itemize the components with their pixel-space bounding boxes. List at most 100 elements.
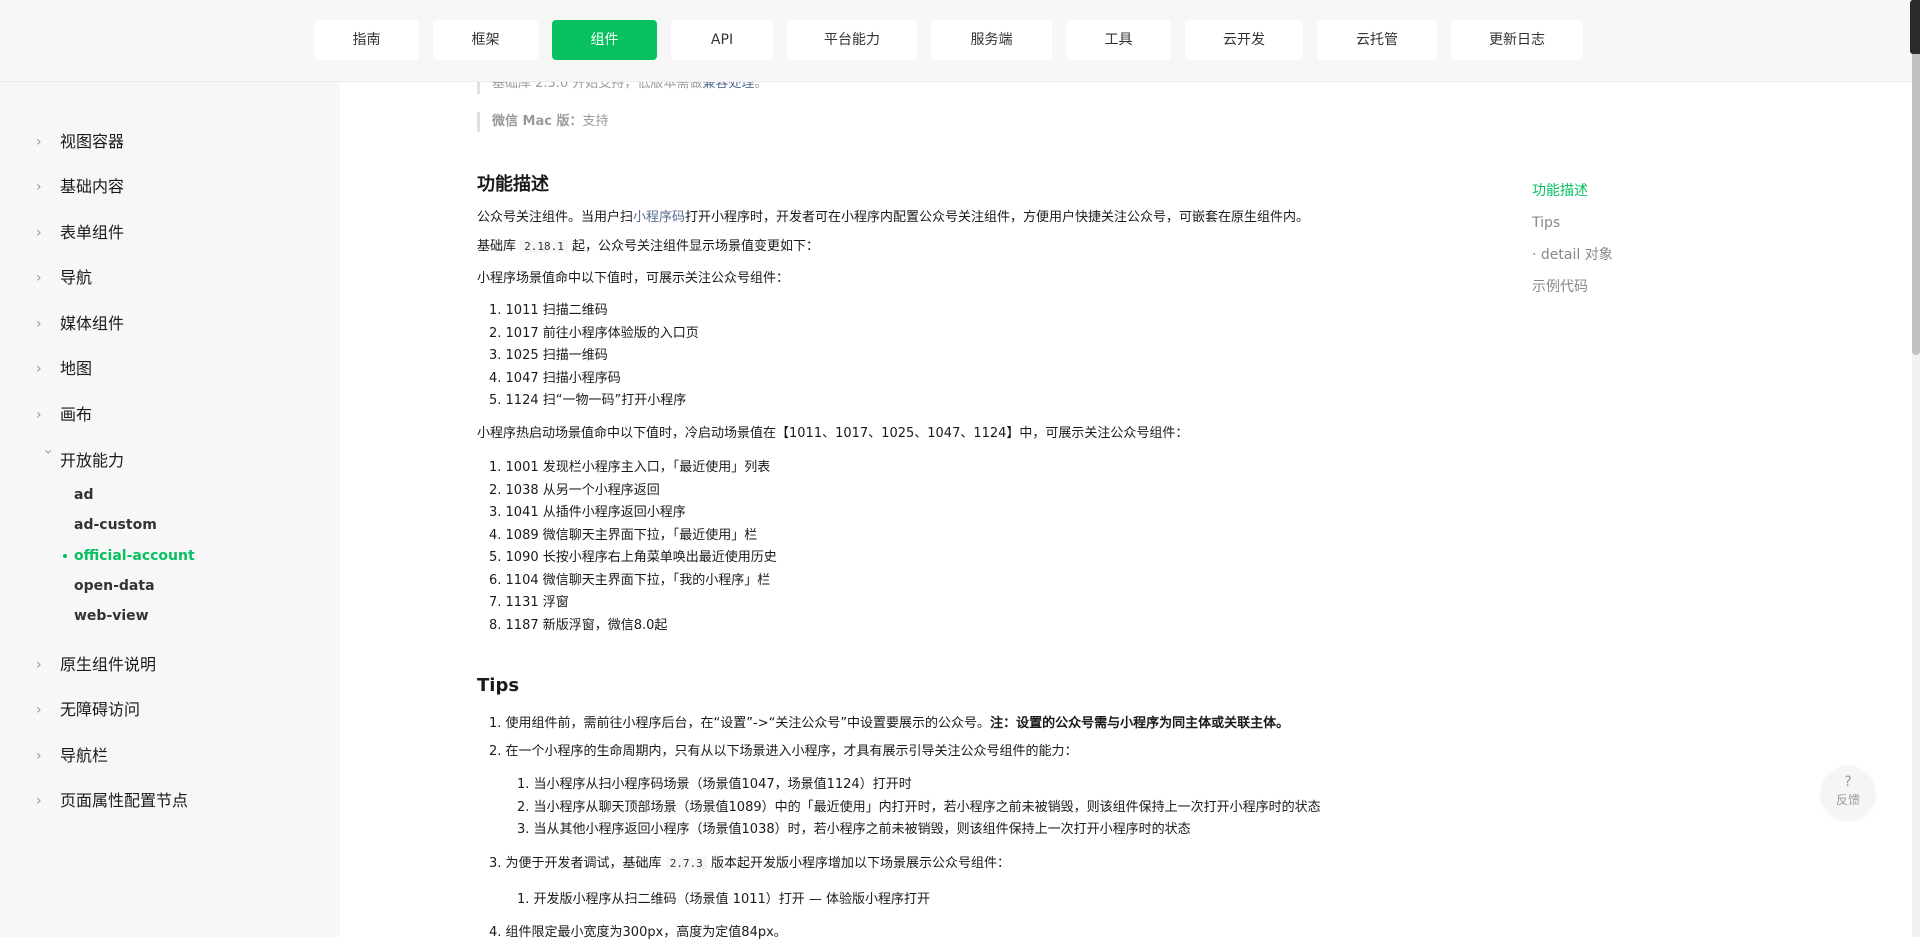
sidebar-subitem-web-view[interactable]: web-view xyxy=(74,605,149,627)
sidebar-item-page-meta[interactable]: › 页面属性配置节点 xyxy=(36,789,188,813)
list-item: 1. 开发版小程序从扫二维码（场景值 1011）打开 — 体验版小程序打开 xyxy=(517,892,931,907)
tip-1-note: 注：设置的公众号需与小程序为同主体或关联主体。 xyxy=(990,716,1290,731)
tab-changelog[interactable]: 更新日志 xyxy=(1451,20,1583,60)
mini-program-code-link[interactable]: 小程序码 xyxy=(633,210,685,225)
list-item: 6. 1104 微信聊天主界面下拉，「我的小程序」栏 xyxy=(489,572,771,588)
sidebar-item-navigation-bar[interactable]: › 导航栏 xyxy=(36,744,108,768)
desc-text: 公众号关注组件。当用户扫 xyxy=(477,210,634,225)
chevron-down-icon: › xyxy=(40,449,56,455)
list-item: 2. 当小程序从聊天顶部场景（场景值1089）中的「最近使用」内打开时，若小程序… xyxy=(517,799,1321,815)
list-item: 5. 1090 长按小程序右上角菜单唤出最近使用历史 xyxy=(489,550,777,565)
sidebar-item-label: 无障碍访问 xyxy=(60,700,141,719)
sidebar-item-label: 视图容器 xyxy=(60,132,125,151)
top-navigation: 指南 框架 组件 API 平台能力 服务端 工具 云开发 云托管 更新日志 xyxy=(0,0,1920,82)
tab-api[interactable]: API xyxy=(671,20,773,60)
sidebar-item-label: 开放能力 xyxy=(60,451,125,470)
chevron-right-icon: › xyxy=(36,270,42,286)
tab-framework[interactable]: 框架 xyxy=(433,20,538,60)
table-of-contents: 功能描述 Tips · detail 对象 示例代码 xyxy=(1532,180,1613,308)
sidebar-item-canvas[interactable]: › 画布 xyxy=(36,403,92,427)
tab-components[interactable]: 组件 xyxy=(552,20,657,60)
tip-4: 4. 组件限定最小宽度为300px，高度为定值84px。 xyxy=(489,925,787,940)
hot-start-intro: 小程序热启动场景值命中以下值时，冷启动场景值在【1011、1017、1025、1… xyxy=(477,426,1189,441)
vertical-scrollbar[interactable] xyxy=(1912,0,1920,937)
feedback-label: 反馈 xyxy=(1835,793,1860,807)
mac-support-note: 微信 Mac 版：支持 xyxy=(477,112,608,132)
sidebar-item-label: 原生组件说明 xyxy=(60,655,157,674)
mac-support-value: 支持 xyxy=(582,114,609,129)
toc-item-example[interactable]: 示例代码 xyxy=(1532,276,1613,308)
tip-3-text: 3. 为便于开发者调试，基础库 xyxy=(489,856,662,871)
list-item: 4. 1089 微信聊天主界面下拉，「最近使用」栏 xyxy=(489,527,758,543)
list-item: 5. 1124 扫“一物一码”打开小程序 xyxy=(489,393,687,408)
sidebar-item-open-capabilities[interactable]: › 开放能力 xyxy=(36,449,124,473)
tab-platform[interactable]: 平台能力 xyxy=(787,20,917,60)
sidebar-item-accessibility[interactable]: › 无障碍访问 xyxy=(36,698,140,722)
sidebar-item-label: 导航 xyxy=(60,268,93,287)
sidebar-item-navigation[interactable]: › 导航 xyxy=(36,266,92,290)
list-item: 7. 1131 浮窗 xyxy=(489,595,569,610)
list-item: 2. 1038 从另一个小程序返回 xyxy=(489,482,660,498)
chevron-right-icon: › xyxy=(36,361,42,377)
sidebar-item-label: 媒体组件 xyxy=(60,314,125,333)
sidebar-item-form[interactable]: › 表单组件 xyxy=(36,221,124,245)
chevron-right-icon: › xyxy=(36,702,42,718)
list-item: 8. 1187 新版浮窗，微信8.0起 xyxy=(489,617,668,633)
tab-cloud-hosting[interactable]: 云托管 xyxy=(1317,20,1437,60)
list-item: 2. 1017 前往小程序体验版的入口页 xyxy=(489,325,699,341)
section-title-description: 功能描述 xyxy=(477,174,549,195)
list-item: 1. 1011 扫描二维码 xyxy=(489,303,608,318)
chevron-right-icon: › xyxy=(36,407,42,423)
version-code: 2.7.3 xyxy=(665,857,707,870)
tip-3: 3. 为便于开发者调试，基础库 2.7.3 版本起开发版小程序增加以下场景展示公… xyxy=(489,853,1010,876)
chevron-right-icon: › xyxy=(36,134,42,150)
list-item: 3. 1025 扫描一维码 xyxy=(489,348,608,363)
list-item: 3. 当从其他小程序返回小程序（场景值1038）时，若小程序之前未被销毁，则该组… xyxy=(517,822,1191,837)
hot-start-list: 1. 1001 发现栏小程序主入口，「最近使用」列表 2. 1038 从另一个小… xyxy=(489,457,777,637)
version-code: 2.18.1 xyxy=(520,240,568,253)
chevron-right-icon: › xyxy=(36,748,42,764)
sidebar-item-label: 表单组件 xyxy=(60,223,125,242)
base-version-paragraph: 基础库 2.18.1 起，公众号关注组件显示场景值变更如下： xyxy=(477,237,819,257)
sidebar-subitem-ad-custom[interactable]: ad-custom xyxy=(74,514,157,536)
sidebar-item-label: 地图 xyxy=(60,359,93,378)
sidebar-subitem-ad[interactable]: ad xyxy=(74,484,93,506)
chevron-right-icon: › xyxy=(36,225,42,241)
corner-widget xyxy=(1910,0,1920,54)
chevron-right-icon: › xyxy=(36,316,42,332)
tab-server[interactable]: 服务端 xyxy=(931,20,1052,60)
sidebar-item-map[interactable]: › 地图 xyxy=(36,357,92,381)
tip-3-list: 1. 开发版小程序从扫二维码（场景值 1011）打开 — 体验版小程序打开 xyxy=(517,889,930,912)
mac-label: 微信 Mac 版： xyxy=(492,114,583,129)
chevron-right-icon: › xyxy=(36,179,42,195)
toc-item-tips[interactable]: Tips xyxy=(1532,212,1613,244)
section-title-tips: Tips xyxy=(477,675,520,696)
sidebar-item-label: 导航栏 xyxy=(60,746,109,765)
desc-text-suffix: 打开小程序时，开发者可在小程序内配置公众号关注组件，方便用户快捷关注公众号，可嵌… xyxy=(685,210,1310,225)
toc-item-detail[interactable]: · detail 对象 xyxy=(1532,244,1613,276)
base-version-suffix: 起，公众号关注组件显示场景值变更如下： xyxy=(572,239,820,254)
feedback-button[interactable]: ? 反馈 xyxy=(1821,766,1875,820)
chevron-right-icon: › xyxy=(36,793,42,809)
sidebar-item-basic-content[interactable]: › 基础内容 xyxy=(36,175,124,199)
tip-2-list: 1. 当小程序从扫小程序码场景（场景值1047，场景值1124）打开时 2. 当… xyxy=(517,774,1321,842)
sidebar-item-native-components[interactable]: › 原生组件说明 xyxy=(36,653,156,677)
tab-cloud-dev[interactable]: 云开发 xyxy=(1185,20,1303,60)
scene-intro: 小程序场景值命中以下值时，可展示关注公众号组件： xyxy=(477,271,790,286)
top-nav-tabs: 指南 框架 组件 API 平台能力 服务端 工具 云开发 云托管 更新日志 xyxy=(314,20,1583,60)
toc-item-description[interactable]: 功能描述 xyxy=(1532,180,1613,212)
sidebar-item-media[interactable]: › 媒体组件 xyxy=(36,312,124,336)
tip-3-suffix: 版本起开发版小程序增加以下场景展示公众号组件： xyxy=(710,856,1010,871)
sidebar-item-view-container[interactable]: › 视图容器 xyxy=(36,130,124,154)
list-item: 3. 1041 从插件小程序返回小程序 xyxy=(489,505,686,520)
tip-2: 2. 在一个小程序的生命周期内，只有从以下场景进入小程序，才具有展示引导关注公众… xyxy=(489,744,1078,759)
sidebar-item-label: 基础内容 xyxy=(60,177,125,196)
scene-list: 1. 1011 扫描二维码 2. 1017 前往小程序体验版的入口页 3. 10… xyxy=(489,300,699,413)
tab-guide[interactable]: 指南 xyxy=(314,20,419,60)
tab-tools[interactable]: 工具 xyxy=(1066,20,1171,60)
list-item: 4. 1047 扫描小程序码 xyxy=(489,370,621,386)
sidebar-subitem-open-data[interactable]: open-data xyxy=(74,575,155,597)
question-icon: ? xyxy=(1844,774,1852,790)
base-version-text: 基础库 xyxy=(477,239,517,254)
sidebar-subitem-official-account[interactable]: official-account xyxy=(63,545,195,567)
